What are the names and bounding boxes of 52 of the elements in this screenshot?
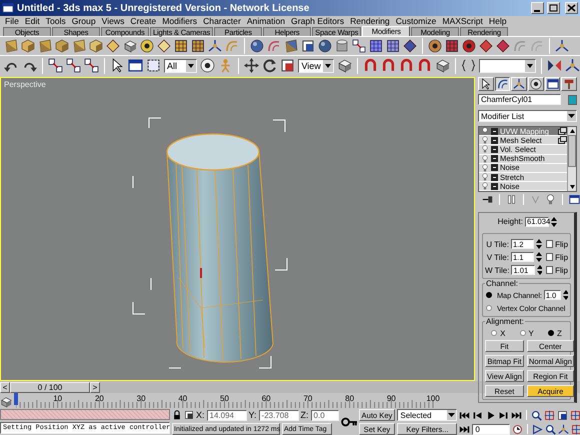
selection-filter-dropdown[interactable]: All xyxy=(164,58,198,72)
frame-number: 60 xyxy=(262,394,271,403)
menu-item[interactable]: Graph Editors xyxy=(288,16,348,26)
frame-number: 100 xyxy=(426,394,440,403)
coordinate-label: X: xyxy=(196,410,205,420)
tile-label: U Tile: xyxy=(485,240,509,249)
time-slider-thumb[interactable]: 0 / 100 xyxy=(10,382,90,392)
coordinate-field[interactable]: 0.0 xyxy=(310,410,339,420)
coordinate-label: Y: xyxy=(248,410,257,420)
object-name-field[interactable]: ChamferCyl01 xyxy=(478,94,561,105)
menu-item[interactable]: Tools xyxy=(42,16,69,26)
menu-item[interactable]: Edit xyxy=(22,16,43,26)
menu-item[interactable]: Character xyxy=(200,16,244,26)
previous-frame-button[interactable]: < xyxy=(0,382,10,392)
coordinate-field[interactable]: 14.094 xyxy=(206,410,247,420)
coordinate-system-dropdown[interactable]: View xyxy=(298,58,334,72)
menu-item[interactable]: File xyxy=(2,16,22,26)
menu-item[interactable]: Modifiers xyxy=(159,16,200,26)
height-label: Height: xyxy=(496,217,523,226)
frame-field[interactable]: 0 xyxy=(472,424,510,434)
window-title: Untitled - 3ds max 5 - Unregistered Version - Network License xyxy=(17,2,310,14)
axis-label: X xyxy=(500,328,506,338)
frame-number: 70 xyxy=(303,394,312,403)
menu-item[interactable]: Views xyxy=(98,16,128,26)
frame-number: 20 xyxy=(94,394,104,403)
flip-label: Flip xyxy=(555,240,568,249)
group-title: Channel: xyxy=(485,279,520,288)
coordinate-field[interactable]: -23.708 xyxy=(258,410,299,420)
frame-number: 40 xyxy=(178,394,188,403)
axis-label: Y xyxy=(528,328,534,338)
axis-label: Z xyxy=(557,328,562,338)
menu-item[interactable]: Customize xyxy=(392,16,440,26)
flip-label: Flip xyxy=(555,252,568,262)
next-frame-button[interactable]: > xyxy=(90,382,100,392)
frame-number: 30 xyxy=(136,394,146,403)
tile-label: V Tile: xyxy=(486,252,509,262)
key-mode-dropdown[interactable]: Selected xyxy=(397,409,458,421)
frame-number: 90 xyxy=(386,394,396,403)
frame-number: 80 xyxy=(345,394,354,403)
group-title: Alignment: xyxy=(485,317,525,326)
modifier-list-dropdown[interactable]: Modifier List xyxy=(478,110,577,122)
menu-item[interactable]: Animation xyxy=(244,16,288,26)
menu-item[interactable]: Help xyxy=(486,16,510,26)
frame-number: 50 xyxy=(220,394,229,403)
frame-number: 10 xyxy=(53,394,62,403)
menu-item[interactable]: Rendering xyxy=(347,16,393,26)
coordinate-label: Z: xyxy=(300,410,309,420)
flip-label: Flip xyxy=(555,266,568,275)
menu-item[interactable]: Create xyxy=(127,16,160,26)
tile-label: W Tile: xyxy=(485,266,510,275)
menu-item[interactable]: Group xyxy=(68,16,99,26)
menu-item[interactable]: MAXScript xyxy=(439,16,486,26)
